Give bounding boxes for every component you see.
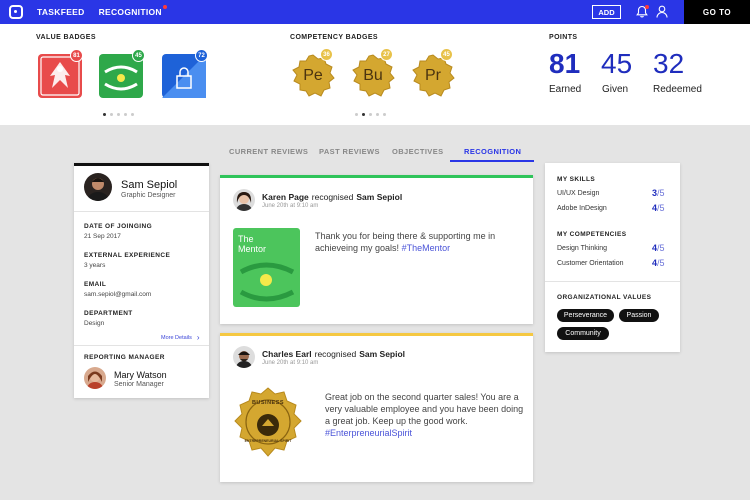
manager-role: Senior Manager xyxy=(114,381,164,388)
post-author[interactable]: Karen Page xyxy=(262,192,309,202)
post-author[interactable]: Charles Earl xyxy=(262,349,312,359)
manager-label: REPORTING MANAGER xyxy=(84,354,165,361)
competency-score-max: /5 xyxy=(657,243,665,253)
post-time: June 20th at 9:10 am xyxy=(262,360,319,366)
points-given-label: Given xyxy=(602,84,629,95)
app-logo-icon[interactable] xyxy=(9,5,23,19)
tab-objectives[interactable]: OBJECTIVES xyxy=(392,147,444,156)
more-details-label: More Details xyxy=(161,334,192,341)
skills-title: MY SKILLS xyxy=(557,176,596,183)
doj-value: 21 Sep 2017 xyxy=(84,233,121,240)
email-label: EMAIL xyxy=(84,281,107,288)
points-given: 45 xyxy=(601,48,633,79)
nav-recognition-label: RECOGNITION xyxy=(98,7,162,17)
profile-role: Graphic Designer xyxy=(121,192,176,199)
tab-recognition[interactable]: RECOGNITION xyxy=(464,147,521,156)
post-hashtag[interactable]: #TheMentor xyxy=(402,243,451,253)
badge-word: BUSINESS xyxy=(251,400,285,406)
post-message: Thank you for being there & supporting m… xyxy=(315,230,515,254)
nav-recognition[interactable]: RECOGNITION xyxy=(98,5,167,17)
manager-name: Mary Watson xyxy=(114,370,167,380)
user-icon[interactable] xyxy=(656,5,668,18)
points-earned: 81 xyxy=(549,48,581,79)
points-title: POINTS xyxy=(549,34,578,41)
doj-label: DATE OF JOINGING xyxy=(84,223,153,230)
org-value-pill[interactable]: Community xyxy=(557,327,609,340)
email-value: sam.sepiol@gmail.com xyxy=(84,291,152,298)
points-redeemed-label: Redeemed xyxy=(653,84,702,95)
competency-name: Design Thinking xyxy=(557,245,608,252)
active-tab-indicator xyxy=(450,160,534,162)
entrepreneurial-badge-image: BUSINESS ENTREPRENEURIAL SPIRIT xyxy=(232,386,304,462)
post-message-text: Great job on the second quarter sales! Y… xyxy=(325,392,524,426)
points-redeemed: 32 xyxy=(653,48,685,79)
bell-notification-dot xyxy=(645,5,649,9)
mentor-hands-icon xyxy=(239,262,295,302)
points-earned-label: Earned xyxy=(549,84,582,95)
competency-count: 27 xyxy=(380,48,393,61)
post-time: June 20th at 9:10 am xyxy=(262,203,319,209)
post-headline: Karen Page recognised Sam Sepiol xyxy=(262,192,402,202)
post-target[interactable]: Sam Sepiol xyxy=(359,349,405,359)
value-badge-count: 81 xyxy=(70,49,83,62)
author-avatar xyxy=(233,346,255,368)
tab-current-reviews[interactable]: CURRENT REVIEWS xyxy=(229,147,308,156)
skill-score-max: /5 xyxy=(657,188,665,198)
person-photo-icon xyxy=(87,371,103,389)
add-button[interactable]: ADD xyxy=(592,5,621,19)
competency-badges-pager[interactable] xyxy=(355,113,386,116)
gold-seal-icon xyxy=(234,387,302,457)
post-target[interactable]: Sam Sepiol xyxy=(356,192,402,202)
skill-name: UI/UX Design xyxy=(557,190,600,197)
author-avatar xyxy=(233,189,255,211)
mentor-badge-image: The Mentor xyxy=(233,228,300,307)
profile-avatar xyxy=(84,173,112,201)
department-label: DEPARTMENT xyxy=(84,310,133,317)
skill-score: 3/5 xyxy=(652,188,665,198)
post-message: Great job on the second quarter sales! Y… xyxy=(325,391,525,439)
skill-name: Adobe InDesign xyxy=(557,205,607,212)
goto-button[interactable]: GO TO xyxy=(684,0,750,24)
department-value: Design xyxy=(84,320,105,327)
divider xyxy=(74,211,209,212)
tab-past-reviews[interactable]: PAST REVIEWS xyxy=(319,147,380,156)
competency-count: 36 xyxy=(320,48,333,61)
post-hashtag[interactable]: #EnterpreneurialSpirit xyxy=(325,428,412,438)
profile-name: Sam Sepiol xyxy=(121,179,178,191)
divider xyxy=(545,281,680,282)
competency-score: 4/5 xyxy=(652,258,665,268)
competency-count: 45 xyxy=(440,48,453,61)
skill-score: 4/5 xyxy=(652,203,665,213)
org-value-pill[interactable]: Perseverance xyxy=(557,309,614,322)
divider xyxy=(74,345,209,346)
competency-badges-title: COMPETENCY BADGES xyxy=(290,34,378,41)
value-badges-pager[interactable] xyxy=(103,113,134,116)
experience-label: EXTERNAL EXPERIENCE xyxy=(84,252,171,259)
org-values-title: ORGANIZATIONAL VALUES xyxy=(557,294,652,301)
competency-score-max: /5 xyxy=(657,258,665,268)
post-verb: recognised xyxy=(311,192,354,202)
value-badge-count: 72 xyxy=(195,49,208,62)
more-details-link[interactable]: More Details › xyxy=(161,333,200,342)
skill-score-max: /5 xyxy=(657,203,665,213)
notification-dot xyxy=(162,5,167,9)
person-photo-icon xyxy=(236,351,252,368)
competency-name: Customer Orientation xyxy=(557,260,624,267)
manager-avatar xyxy=(84,367,106,389)
mentor-badge-title: The Mentor xyxy=(238,234,267,254)
post-verb: recognised xyxy=(314,349,357,359)
post-headline: Charles Earl recognised Sam Sepiol xyxy=(262,349,405,359)
person-photo-icon xyxy=(87,178,109,201)
value-badge-count: 45 xyxy=(132,49,145,62)
experience-value: 3 years xyxy=(84,262,106,269)
person-photo-icon xyxy=(236,192,252,211)
nav-taskfeed[interactable]: TASKFEED xyxy=(37,7,85,17)
value-badges-title: VALUE BADGES xyxy=(36,34,96,41)
competencies-title: MY COMPETENCIES xyxy=(557,231,627,238)
org-value-pill[interactable]: Passion xyxy=(619,309,659,322)
badge-arc-text: ENTREPRENEURIAL SPIRIT xyxy=(244,439,292,443)
chevron-right-icon: › xyxy=(196,333,200,342)
competency-score: 4/5 xyxy=(652,243,665,253)
